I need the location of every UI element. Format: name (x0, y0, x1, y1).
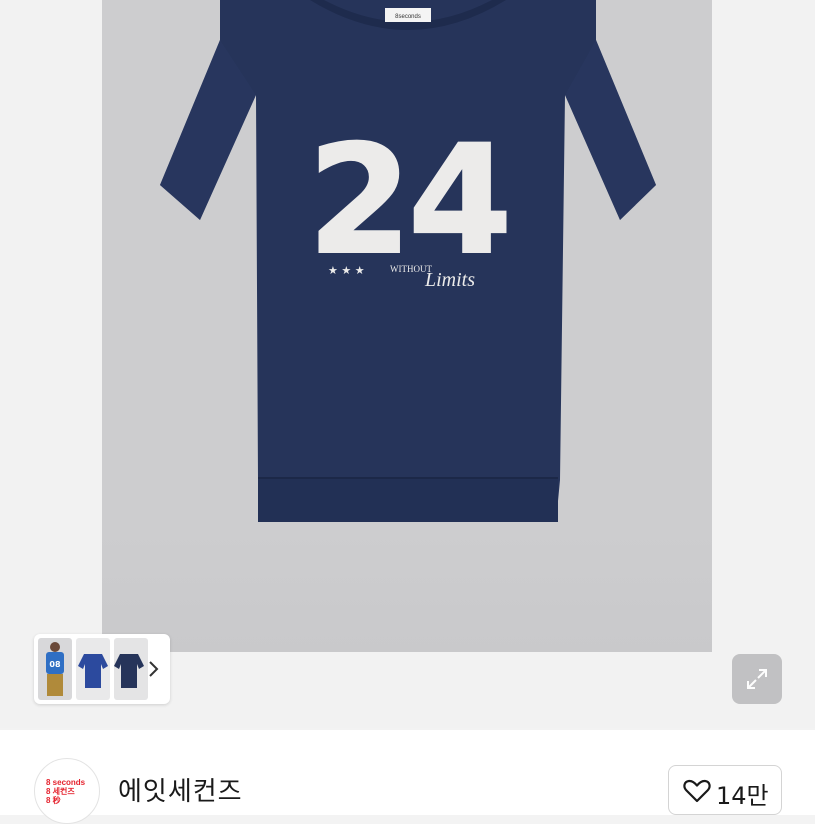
like-button[interactable]: 14만 (668, 765, 782, 815)
logo-line-1: 8 seconds (46, 778, 86, 787)
expand-icon (747, 669, 767, 689)
logo-line-3: 8 秒 (46, 796, 61, 805)
shirt-print-number: 24 (308, 114, 509, 288)
tshirt-image: 8seconds 24 ★ ★ ★ WITHOUT Limits (160, 0, 656, 524)
chevron-right-icon[interactable] (146, 658, 160, 680)
thumbnail-model[interactable]: 08 (38, 638, 72, 700)
logo-line-2: 8 세컨즈 (46, 787, 75, 796)
heart-icon (683, 779, 711, 803)
like-count: 14만 (716, 782, 769, 810)
brand-logo[interactable]: 8 seconds 8 세컨즈 8 秒 (34, 758, 100, 824)
shirt-print-script: Limits (424, 269, 475, 291)
thumbnail-number: 08 (49, 660, 61, 669)
product-gallery[interactable]: 8seconds 24 ★ ★ ★ WITHOUT Limits 08 (0, 0, 815, 728)
thumbnail-strip[interactable]: 08 (34, 634, 170, 704)
shirt-neck-label: 8seconds (395, 14, 421, 20)
svg-text:★ ★ ★: ★ ★ ★ (328, 264, 365, 277)
thumbnail-navy-tee[interactable] (114, 638, 148, 700)
thumbnail-blue-tee[interactable] (76, 638, 110, 700)
expand-button[interactable] (732, 654, 782, 704)
brand-name[interactable]: 에잇세컨즈 (118, 771, 243, 808)
